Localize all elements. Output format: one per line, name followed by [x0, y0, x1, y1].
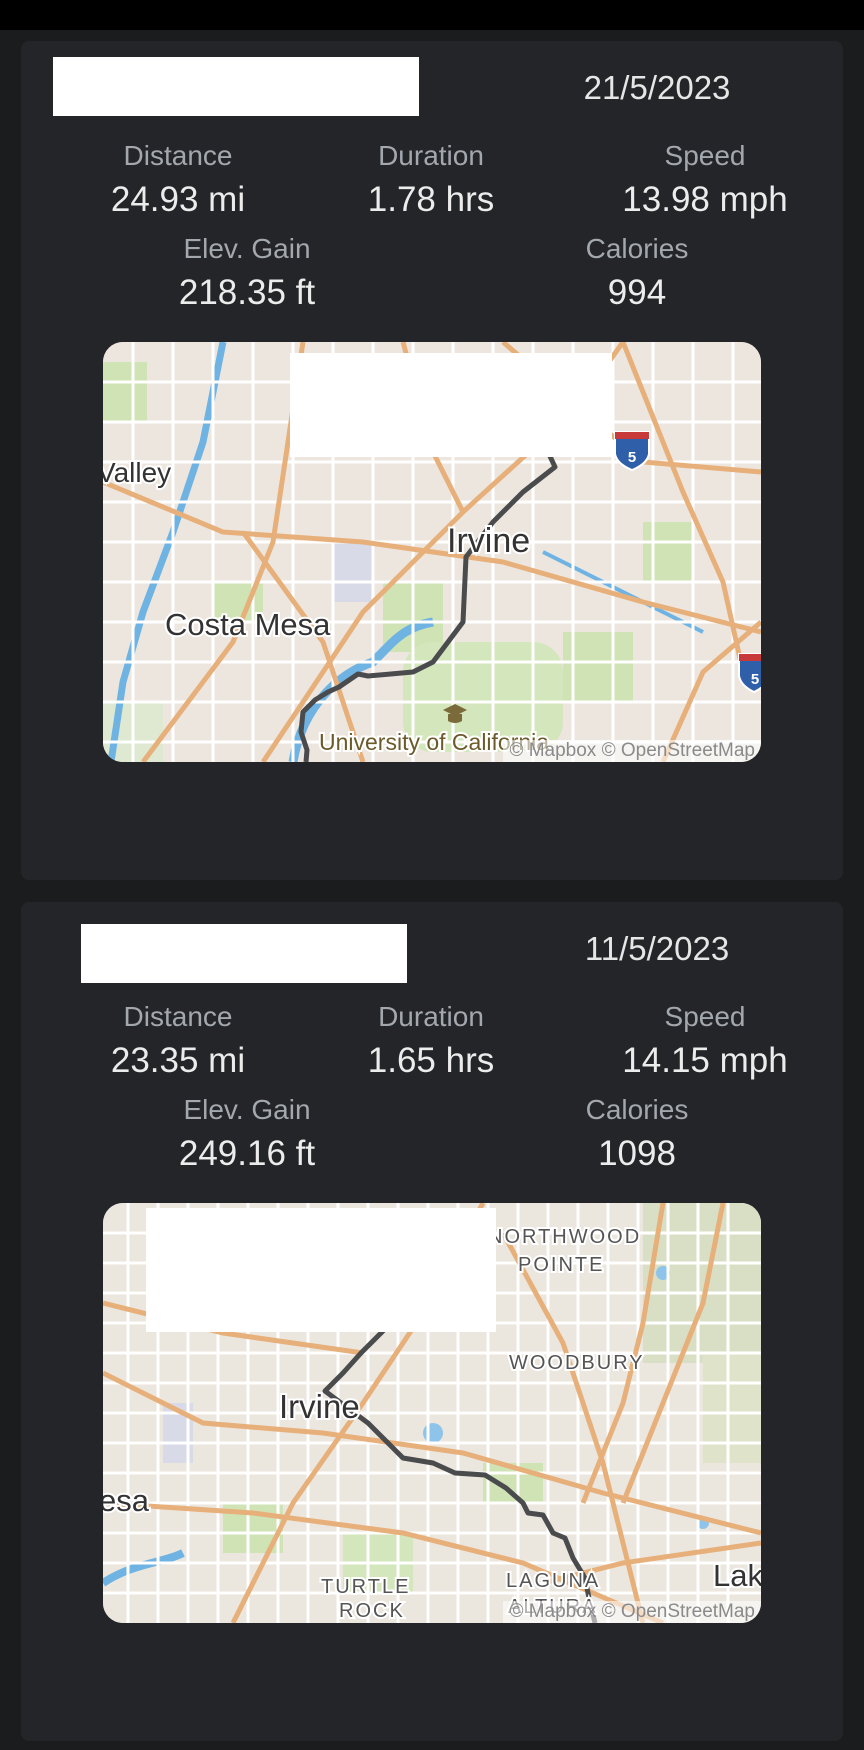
map-label-irvine: Irvine [447, 522, 530, 560]
activity-date: 11/5/2023 [584, 930, 730, 967]
route-map[interactable]: 5 5 Valley Irvine Costa Mesa University … [103, 342, 761, 762]
map-label-costa-mesa: Costa Mesa [165, 607, 331, 642]
map-label-valley: Valley [103, 457, 171, 488]
map-attribution[interactable]: © Mapbox © OpenStreetMap [503, 740, 761, 762]
activity-card[interactable]: 11/5/2023 Distance 23.35 mi Duration 1.6… [21, 902, 843, 1741]
stat-value: 23.35 mi [110, 1041, 246, 1080]
stat-label: Speed [664, 140, 746, 171]
stat-value: 249.16 ft [178, 1134, 316, 1173]
stat-elev-gain: Elev. Gain 218.35 ft [117, 232, 377, 314]
stat-label: Duration [378, 140, 484, 171]
stat-label: Elev. Gain [183, 1094, 311, 1125]
map-label-lake: Lak [713, 1558, 761, 1593]
stat-value: 218.35 ft [178, 273, 316, 312]
stat-value: 24.93 mi [110, 180, 246, 219]
stat-label: Distance [123, 1001, 233, 1032]
stat-distance: Distance 23.35 mi [48, 1000, 308, 1082]
stat-calories: Calories 1098 [507, 1093, 767, 1175]
stat-label: Distance [123, 140, 233, 171]
stat-value: 13.98 mph [622, 180, 788, 219]
stat-duration: Duration 1.78 hrs [301, 139, 561, 221]
redacted-title [81, 924, 407, 983]
stat-speed: Speed 14.15 mph [575, 1000, 835, 1082]
stat-speed: Speed 13.98 mph [575, 139, 835, 221]
map-label-irvine: Irvine [279, 1388, 360, 1425]
stat-label: Elev. Gain [183, 233, 311, 264]
stat-elev-gain: Elev. Gain 249.16 ft [117, 1093, 377, 1175]
map-label-pointe: POINTE [518, 1254, 604, 1276]
redacted-map-area [290, 353, 612, 457]
map-label-mesa: esa [103, 1483, 150, 1518]
stat-label: Duration [378, 1001, 484, 1032]
route-map[interactable]: NORTHWOOD POINTE WOODBURY Irvine esa TUR… [103, 1203, 761, 1623]
stat-calories: Calories 994 [507, 232, 767, 314]
map-label-turtle: TURTLE [321, 1576, 410, 1598]
stat-value: 994 [607, 273, 667, 312]
redacted-map-area [146, 1208, 496, 1332]
shield-number: 5 [628, 449, 636, 466]
stat-value: 1.65 hrs [367, 1041, 495, 1080]
stat-label: Calories [585, 233, 689, 264]
status-bar [0, 0, 864, 30]
stat-label: Calories [585, 1094, 689, 1125]
shield-number: 5 [751, 671, 759, 688]
map-label-rock: ROCK [339, 1600, 405, 1622]
stat-value: 1098 [598, 1134, 676, 1173]
stat-value: 14.15 mph [622, 1041, 788, 1080]
redacted-title [53, 57, 419, 116]
activity-card[interactable]: 21/5/2023 Distance 24.93 mi Duration 1.7… [21, 41, 843, 880]
map-label-northwood: NORTHWOOD [488, 1226, 641, 1248]
map-attribution[interactable]: © Mapbox © OpenStreetMap [503, 1601, 761, 1623]
activity-date: 21/5/2023 [583, 69, 731, 106]
stat-label: Speed [664, 1001, 746, 1032]
stat-distance: Distance 24.93 mi [48, 139, 308, 221]
map-label-woodbury: WOODBURY [509, 1352, 645, 1374]
map-label-laguna: LAGUNA [506, 1570, 600, 1592]
stat-value: 1.78 hrs [367, 180, 495, 219]
stat-duration: Duration 1.65 hrs [301, 1000, 561, 1082]
